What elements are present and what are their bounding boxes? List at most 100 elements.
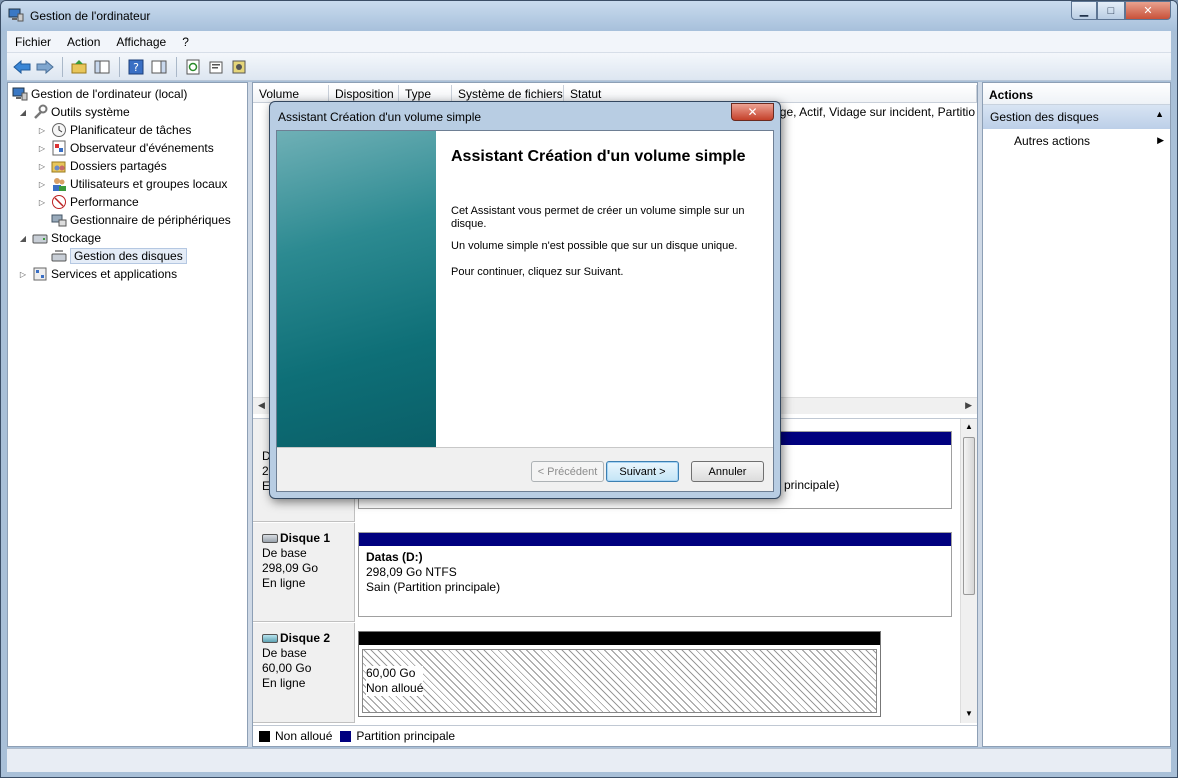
- dialog-close-button[interactable]: ✕: [731, 103, 774, 121]
- next-button[interactable]: Suivant >: [606, 461, 679, 482]
- minimize-button[interactable]: ▁: [1071, 1, 1097, 20]
- users-icon: [51, 176, 67, 192]
- tree-item-system-tools[interactable]: ◢ Outils système: [18, 103, 130, 121]
- tree-item-services-applications[interactable]: ▷ Services et applications: [18, 265, 177, 283]
- unallocated-hatch: 60,00 Go Non alloué: [362, 649, 877, 713]
- arrow-left-icon: [13, 59, 31, 74]
- expand-icon[interactable]: ▷: [37, 162, 47, 171]
- wizard-instruction: Pour continuer, cliquez sur Suivant.: [451, 266, 624, 278]
- show-hide-action-pane-button[interactable]: [148, 56, 170, 78]
- tree-item-event-viewer[interactable]: ▷ Observateur d'événements: [37, 139, 214, 157]
- tree-item-local-users-groups[interactable]: ▷ Utilisateurs et groupes locaux: [37, 175, 227, 193]
- toolbar: ?: [7, 53, 1171, 81]
- tree-item-performance[interactable]: ▷ Performance: [37, 193, 139, 211]
- legend-primary-swatch: [340, 730, 352, 742]
- expand-icon[interactable]: ▷: [37, 126, 47, 135]
- scroll-left-icon[interactable]: ◀: [258, 400, 265, 411]
- collapse-icon[interactable]: ◢: [18, 234, 28, 243]
- tools-icon: [32, 104, 48, 120]
- menu-help[interactable]: ?: [174, 35, 197, 49]
- disk-2-label[interactable]: Disque 2 De base 60,00 Go En ligne: [253, 623, 355, 723]
- up-folder-button[interactable]: [68, 56, 90, 78]
- menu-action[interactable]: Action: [59, 35, 108, 49]
- device-manager-icon: [51, 212, 67, 228]
- title-bar[interactable]: Gestion de l'ordinateur ▁ □ ✕: [1, 1, 1177, 31]
- main-window: Gestion de l'ordinateur ▁ □ ✕ Fichier Ac…: [0, 0, 1178, 778]
- wizard-note: Un volume simple n'est possible que sur …: [451, 240, 738, 252]
- close-icon: ✕: [1143, 5, 1153, 17]
- properties-button[interactable]: [205, 56, 227, 78]
- tree-item-shared-folders[interactable]: ▷ Dossiers partagés: [37, 157, 167, 175]
- tree-item-storage[interactable]: ◢ Stockage: [18, 229, 101, 247]
- storage-icon: [32, 230, 48, 246]
- expand-icon[interactable]: ▷: [37, 180, 47, 189]
- refresh-button[interactable]: [182, 56, 204, 78]
- expand-icon[interactable]: ▷: [37, 198, 47, 207]
- actions-section-disk-management[interactable]: Gestion des disques ▲: [983, 105, 1170, 129]
- scroll-down-icon[interactable]: ▼: [965, 709, 973, 718]
- primary-partition-bar: [359, 533, 951, 546]
- help-button[interactable]: ?: [125, 56, 147, 78]
- wizard-welcome-content: Assistant Création d'un volume simple Ce…: [436, 131, 773, 447]
- minimize-icon: ▁: [1079, 5, 1089, 17]
- menu-affichage[interactable]: Affichage: [108, 35, 174, 49]
- dialog-client: Assistant Création d'un volume simple Ce…: [276, 130, 774, 492]
- help-icon: ?: [128, 59, 144, 74]
- submenu-arrow-icon: ▶: [1157, 135, 1164, 145]
- wizard-banner-graphic: [277, 131, 436, 447]
- previous-button[interactable]: < Précédent: [531, 461, 604, 482]
- hard-disk-icon: [262, 534, 278, 543]
- menu-fichier[interactable]: Fichier: [7, 35, 59, 49]
- disk-wizard-button[interactable]: [228, 56, 250, 78]
- volume-row-status: ge, Actif, Vidage sur incident, Partitio: [779, 105, 975, 119]
- svg-text:?: ?: [133, 61, 139, 74]
- action-more-actions[interactable]: Autres actions ▶: [983, 129, 1170, 153]
- disk-1-label[interactable]: Disque 1 De base 298,09 Go En ligne: [253, 523, 355, 622]
- folder-up-icon: [71, 59, 87, 73]
- disk-1-partition-datas[interactable]: Datas (D:) 298,09 Go NTFS Sain (Partitio…: [358, 532, 952, 617]
- refresh-icon: [186, 59, 200, 74]
- expand-icon[interactable]: ▷: [18, 270, 28, 279]
- tree-item-task-scheduler[interactable]: ▷ Planificateur de tâches: [37, 121, 191, 139]
- disk-2-unallocated-partition[interactable]: 60,00 Go Non alloué: [358, 631, 881, 717]
- disk-settings-icon: [232, 60, 246, 73]
- arrow-right-icon: [36, 59, 54, 74]
- wizard-description: Cet Assistant vous permet de créer un vo…: [451, 205, 745, 230]
- computer-management-icon: [8, 7, 24, 23]
- properties-icon: [209, 61, 223, 73]
- close-button[interactable]: ✕: [1125, 1, 1171, 20]
- wizard-heading: Assistant Création d'un volume simple: [451, 148, 746, 165]
- tree-item-device-manager[interactable]: Gestionnaire de périphériques: [37, 211, 231, 229]
- collapse-up-icon[interactable]: ▲: [1155, 109, 1164, 119]
- scroll-right-icon[interactable]: ▶: [965, 400, 972, 411]
- close-icon: ✕: [747, 105, 758, 119]
- back-button[interactable]: [11, 56, 33, 78]
- disk-view-vertical-scrollbar[interactable]: ▲ ▼: [960, 419, 977, 723]
- services-icon: [32, 266, 48, 282]
- actions-pane: Actions Gestion des disques ▲ Autres act…: [982, 82, 1171, 747]
- tree-item-disk-management[interactable]: Gestion des disques: [37, 247, 187, 265]
- unallocated-bar: [359, 632, 880, 645]
- legend-unallocated-swatch: [259, 730, 270, 742]
- forward-button[interactable]: [34, 56, 56, 78]
- expand-icon[interactable]: ▷: [37, 144, 47, 153]
- tree-item-computer-management[interactable]: Gestion de l'ordinateur (local): [12, 85, 187, 103]
- clock-icon: [51, 122, 67, 138]
- maximize-icon: □: [1107, 4, 1115, 17]
- scroll-up-icon[interactable]: ▲: [965, 422, 973, 431]
- cancel-button[interactable]: Annuler: [691, 461, 764, 482]
- maximize-button[interactable]: □: [1097, 1, 1125, 20]
- window-title: Gestion de l'ordinateur: [30, 9, 151, 23]
- console-tree: Gestion de l'ordinateur (local) ◢ Outils…: [7, 82, 248, 747]
- console-tree-icon: [94, 60, 110, 73]
- disk-legend: Non alloué Partition principale: [253, 725, 977, 746]
- action-pane-icon: [151, 60, 167, 73]
- computer-icon: [12, 86, 28, 102]
- performance-icon: [51, 194, 67, 210]
- collapse-icon[interactable]: ◢: [18, 108, 28, 117]
- show-hide-tree-button[interactable]: [91, 56, 113, 78]
- menu-bar: Fichier Action Affichage ?: [7, 31, 1171, 53]
- event-viewer-icon: [51, 140, 67, 156]
- scrollbar-thumb[interactable]: [963, 437, 975, 595]
- status-bar: [7, 748, 1171, 772]
